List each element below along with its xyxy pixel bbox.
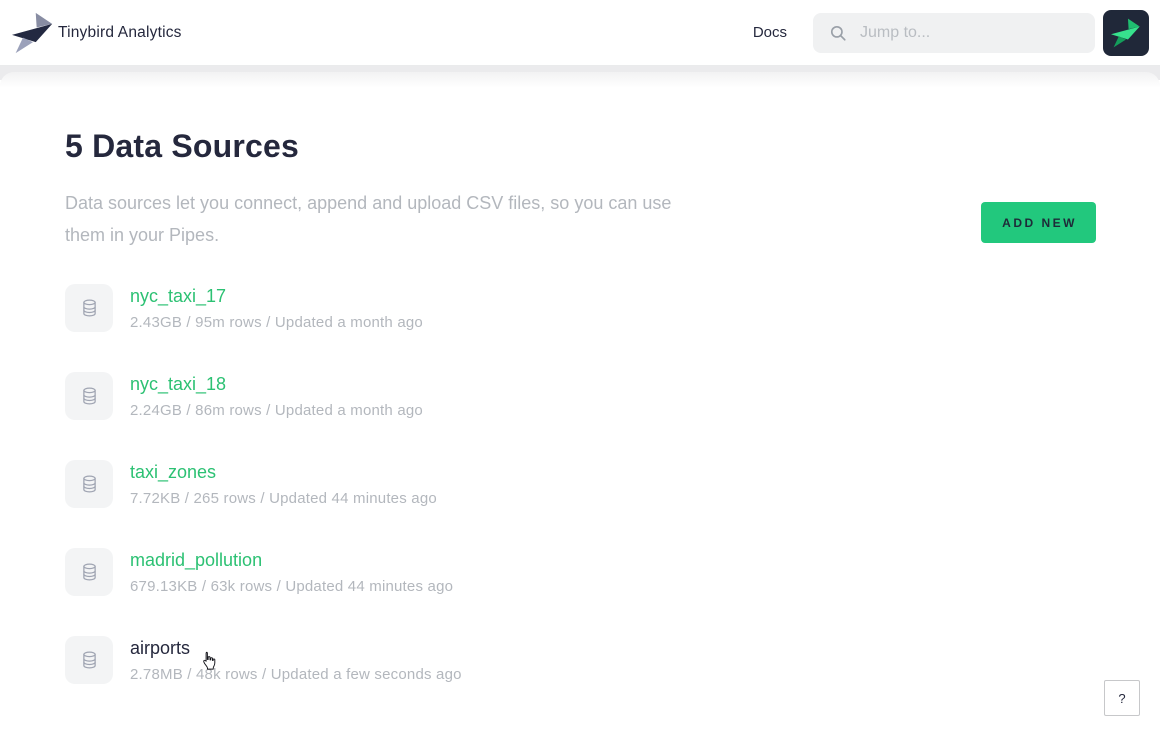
data-source-list: nyc_taxi_17 2.43GB / 95m rows / Updated … [65, 284, 1096, 684]
datasource-info: nyc_taxi_18 2.24GB / 86m rows / Updated … [130, 372, 423, 420]
database-icon [65, 548, 113, 596]
docs-link[interactable]: Docs [753, 24, 787, 41]
datasource-link[interactable]: nyc_taxi_18 [130, 374, 226, 395]
datasource-info: madrid_pollution 679.13KB / 63k rows / U… [130, 548, 453, 596]
datasource-row-madrid-pollution[interactable]: madrid_pollution 679.13KB / 63k rows / U… [65, 548, 1096, 596]
datasource-meta: 7.72KB / 265 rows / Updated 44 minutes a… [130, 490, 437, 507]
datasource-row-airports[interactable]: airports 2.78MB / 48k rows / Updated a f… [65, 636, 1096, 684]
help-button[interactable]: ? [1104, 680, 1140, 716]
jump-to-searchbox[interactable] [813, 13, 1095, 53]
datasource-link[interactable]: airports [130, 638, 190, 659]
datasource-row-taxi-zones[interactable]: taxi_zones 7.72KB / 265 rows / Updated 4… [65, 460, 1096, 508]
datasource-meta: 679.13KB / 63k rows / Updated 44 minutes… [130, 578, 453, 595]
tinybird-green-bird-icon [1110, 18, 1142, 48]
datasource-info: taxi_zones 7.72KB / 265 rows / Updated 4… [130, 460, 437, 508]
datasource-link[interactable]: taxi_zones [130, 462, 216, 483]
brand[interactable]: Tinybird Analytics [10, 12, 182, 54]
top-navigation-bar: Tinybird Analytics Docs [0, 0, 1160, 66]
database-icon [65, 284, 113, 332]
datasource-info: nyc_taxi_17 2.43GB / 95m rows / Updated … [130, 284, 423, 332]
datasource-meta: 2.78MB / 48k rows / Updated a few second… [130, 666, 462, 683]
tinybird-logo-icon [10, 12, 56, 54]
page-description: Data sources let you connect, append and… [65, 187, 715, 251]
datasource-row-nyc-taxi-18[interactable]: nyc_taxi_18 2.24GB / 86m rows / Updated … [65, 372, 1096, 420]
datasource-info: airports 2.78MB / 48k rows / Updated a f… [130, 636, 462, 684]
database-icon [65, 460, 113, 508]
datasource-link[interactable]: nyc_taxi_17 [130, 286, 226, 307]
tinybird-app-button[interactable] [1103, 10, 1149, 56]
datasource-meta: 2.43GB / 95m rows / Updated a month ago [130, 314, 423, 331]
data-sources-page: 5 Data Sources Data sources let you conn… [0, 72, 1160, 735]
database-icon [65, 372, 113, 420]
datasource-meta: 2.24GB / 86m rows / Updated a month ago [130, 402, 423, 419]
search-icon [829, 24, 847, 42]
database-icon [65, 636, 113, 684]
search-input[interactable] [858, 23, 1083, 43]
datasource-row-nyc-taxi-17[interactable]: nyc_taxi_17 2.43GB / 95m rows / Updated … [65, 284, 1096, 332]
brand-name: Tinybird Analytics [58, 24, 182, 42]
add-new-button[interactable]: ADD NEW [981, 202, 1096, 243]
page-title: 5 Data Sources [65, 128, 1096, 165]
datasource-link[interactable]: madrid_pollution [130, 550, 262, 571]
